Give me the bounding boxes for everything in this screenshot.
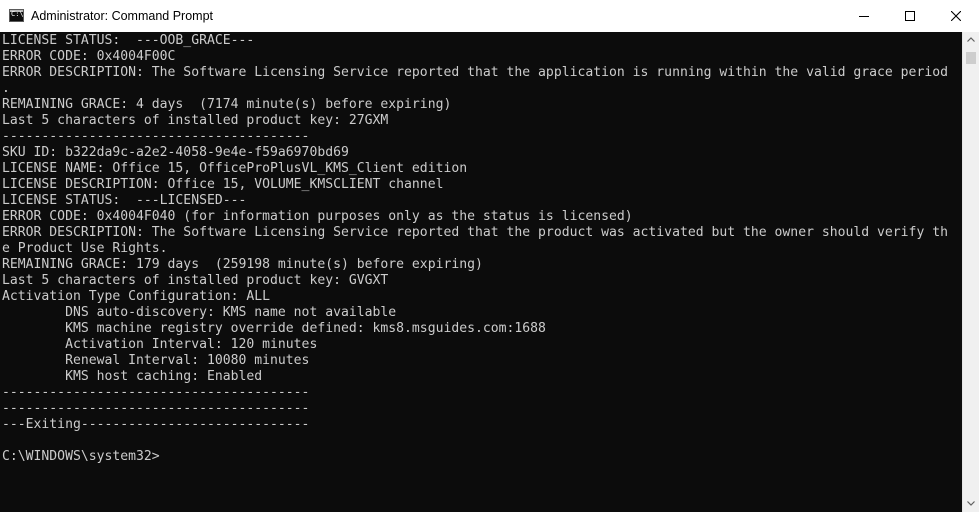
minimize-button[interactable] xyxy=(841,0,887,32)
scroll-up-button[interactable] xyxy=(963,32,979,49)
console-line: Last 5 characters of installed product k… xyxy=(2,113,389,128)
console-line: ---Exiting----------------------------- xyxy=(2,417,310,432)
console-line: e Product Use Rights. xyxy=(2,241,168,256)
console-line: KMS machine registry override defined: k… xyxy=(2,321,546,336)
console-line: LICENSE STATUS: ---LICENSED--- xyxy=(2,193,247,208)
console-text[interactable]: LICENSE STATUS: ---OOB_GRACE--- ERROR CO… xyxy=(2,33,948,465)
console-line: ERROR DESCRIPTION: The Software Licensin… xyxy=(2,65,948,80)
console-line: --------------------------------------- xyxy=(2,129,310,144)
minimize-icon xyxy=(859,16,869,17)
console-line: REMAINING GRACE: 179 days (259198 minute… xyxy=(2,257,483,272)
close-icon xyxy=(951,11,961,21)
console-line: REMAINING GRACE: 4 days (7174 minute(s) … xyxy=(2,97,452,112)
console-line: SKU ID: b322da9c-a2e2-4058-9e4e-f59a6970… xyxy=(2,145,349,160)
title-bar[interactable]: C:\ Administrator: Command Prompt xyxy=(0,0,979,32)
chevron-down-icon xyxy=(967,501,975,506)
maximize-icon xyxy=(905,11,915,21)
cmd-icon-glyph: C:\ xyxy=(11,10,24,18)
console-line: Activation Interval: 120 minutes xyxy=(2,337,318,352)
console-line: LICENSE NAME: Office 15, OfficeProPlusVL… xyxy=(2,161,468,176)
console-line: LICENSE DESCRIPTION: Office 15, VOLUME_K… xyxy=(2,177,444,192)
cmd-icon[interactable]: C:\ xyxy=(9,9,24,22)
window-title: Administrator: Command Prompt xyxy=(31,9,214,23)
console-line: ERROR CODE: 0x4004F00C xyxy=(2,49,176,64)
maximize-button[interactable] xyxy=(887,0,933,32)
command-prompt-window: C:\ Administrator: Command Prompt LICENS… xyxy=(0,0,979,512)
console-line: . xyxy=(2,81,10,96)
console-line: KMS host caching: Enabled xyxy=(2,369,263,384)
console-line: Activation Type Configuration: ALL xyxy=(2,289,271,304)
console-line: ERROR DESCRIPTION: The Software Licensin… xyxy=(2,225,948,240)
console-line: --------------------------------------- xyxy=(2,385,310,400)
close-button[interactable] xyxy=(933,0,979,32)
console-line: LICENSE STATUS: ---OOB_GRACE--- xyxy=(2,33,255,48)
console-output-area[interactable]: LICENSE STATUS: ---OOB_GRACE--- ERROR CO… xyxy=(0,32,962,512)
console-line: Last 5 characters of installed product k… xyxy=(2,273,389,288)
scroll-thumb[interactable] xyxy=(966,52,976,64)
console-line: C:\WINDOWS\system32> xyxy=(2,449,160,464)
vertical-scrollbar[interactable] xyxy=(962,32,979,512)
console-line: ERROR CODE: 0x4004F040 (for information … xyxy=(2,209,633,224)
console-line: Renewal Interval: 10080 minutes xyxy=(2,353,310,368)
console-line: DNS auto-discovery: KMS name not availab… xyxy=(2,305,397,320)
chevron-up-icon xyxy=(967,37,975,42)
console-line: --------------------------------------- xyxy=(2,401,310,416)
scroll-down-button[interactable] xyxy=(963,495,979,512)
